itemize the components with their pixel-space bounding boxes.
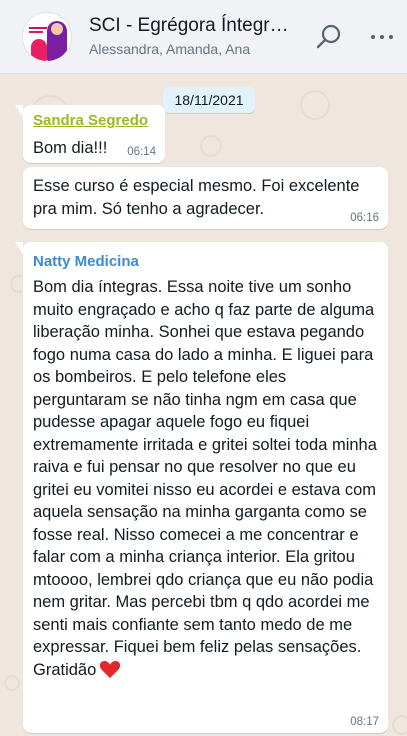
message-bubble[interactable]: Natty Medicina Bom dia íntegras. Essa no…	[15, 242, 388, 733]
chat-participants: Alessandra, Amanda, Ana	[89, 41, 251, 57]
chat-header[interactable]: SCI - Egrégora Íntegras Alessandra, Aman…	[0, 0, 407, 74]
message-bubble[interactable]: Esse curso é especial mesmo. Foi excelen…	[23, 167, 388, 229]
message-sender[interactable]: Natty Medicina	[33, 252, 378, 272]
date-chip: 18/11/2021	[163, 87, 255, 113]
menu-icon[interactable]	[370, 24, 394, 50]
message-time: 06:14	[127, 146, 156, 158]
group-avatar[interactable]	[22, 11, 72, 62]
heart-icon	[100, 660, 121, 678]
message-text: Esse curso é especial mesmo. Foi excelen…	[33, 177, 360, 218]
chat-title: SCI - Egrégora Íntegras	[89, 15, 289, 36]
message-text-wrap: Bom dia íntegras. Essa noite tive um son…	[33, 276, 378, 681]
message-time: 06:16	[350, 212, 379, 224]
message-sender[interactable]: Sandra Segredo	[33, 111, 155, 131]
message-bubble[interactable]: Sandra Segredo Bom dia!!! 06:14	[15, 105, 165, 163]
chat-title-block[interactable]: SCI - Egrégora Íntegras Alessandra, Aman…	[89, 14, 289, 59]
message-list[interactable]: 18/11/2021 Sandra Segredo Bom dia!!! 06:…	[0, 75, 407, 736]
message-time: 08:17	[350, 716, 379, 728]
search-icon[interactable]	[314, 22, 344, 52]
message-text: Bom dia íntegras. Essa noite tive um son…	[33, 278, 377, 679]
